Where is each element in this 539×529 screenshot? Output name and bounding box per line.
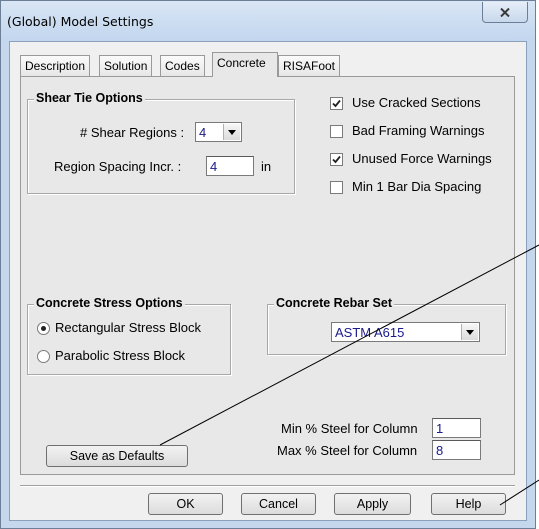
- shear-tie-options-group: Shear Tie Options # Shear Regions : 4 Re…: [27, 91, 295, 194]
- shear-tie-options-title: Shear Tie Options: [34, 91, 145, 105]
- concrete-stress-options-group: Concrete Stress Options Rectangular Stre…: [27, 296, 231, 375]
- region-spacing-input[interactable]: 4: [206, 156, 254, 176]
- dropdown-arrow-icon[interactable]: [223, 124, 240, 140]
- unused-force-warnings-label[interactable]: Unused Force Warnings: [352, 151, 492, 166]
- tab-codes[interactable]: Codes: [160, 55, 205, 76]
- min-steel-input[interactable]: 1: [432, 418, 481, 438]
- max-steel-input[interactable]: 8: [432, 440, 481, 460]
- help-button[interactable]: Help: [431, 493, 506, 515]
- min-bar-dia-spacing-label[interactable]: Min 1 Bar Dia Spacing: [352, 179, 481, 194]
- window-title: (Global) Model Settings: [7, 14, 154, 29]
- parabolic-stress-label[interactable]: Parabolic Stress Block: [55, 348, 185, 363]
- rectangular-stress-radio[interactable]: [37, 322, 50, 335]
- min-steel-label: Min % Steel for Column: [281, 421, 418, 436]
- rebar-set-select[interactable]: ASTM A615: [331, 322, 480, 342]
- checkmark-icon: [332, 99, 341, 108]
- shear-regions-label: # Shear Regions :: [80, 125, 185, 140]
- save-as-defaults-button[interactable]: Save as Defaults: [46, 445, 188, 467]
- close-button[interactable]: [482, 2, 528, 23]
- close-icon: [500, 7, 510, 17]
- region-spacing-unit: in: [261, 159, 272, 174]
- shear-regions-value: 4: [199, 125, 207, 140]
- bad-framing-warnings-checkbox[interactable]: [330, 125, 343, 138]
- model-settings-window: (Global) Model Settings Description Solu…: [0, 0, 536, 529]
- rebar-set-value: ASTM A615: [335, 325, 405, 340]
- title-bar[interactable]: (Global) Model Settings: [1, 1, 535, 41]
- concrete-tab-panel: Shear Tie Options # Shear Regions : 4 Re…: [20, 76, 515, 475]
- rectangular-stress-label[interactable]: Rectangular Stress Block: [55, 320, 201, 335]
- concrete-stress-options-title: Concrete Stress Options: [34, 296, 185, 310]
- concrete-rebar-set-group: Concrete Rebar Set ASTM A615: [267, 296, 506, 355]
- dropdown-arrow-icon[interactable]: [461, 324, 478, 340]
- min-bar-dia-spacing-checkbox[interactable]: [330, 181, 343, 194]
- checkmark-icon: [332, 155, 341, 164]
- tab-solution[interactable]: Solution: [99, 55, 153, 76]
- use-cracked-sections-label[interactable]: Use Cracked Sections: [352, 95, 481, 110]
- tab-concrete[interactable]: Concrete: [212, 52, 278, 77]
- max-steel-label: Max % Steel for Column: [277, 443, 418, 458]
- dialog-client-area: Description Solution Codes Concrete RISA…: [9, 41, 527, 521]
- radio-selected-dot: [41, 326, 46, 331]
- shear-regions-select[interactable]: 4: [195, 122, 242, 142]
- region-spacing-label: Region Spacing Incr. :: [54, 159, 182, 174]
- unused-force-warnings-checkbox[interactable]: [330, 153, 343, 166]
- concrete-rebar-set-title: Concrete Rebar Set: [274, 296, 395, 310]
- button-row-separator: [20, 485, 515, 487]
- bad-framing-warnings-label[interactable]: Bad Framing Warnings: [352, 123, 484, 138]
- cancel-button[interactable]: Cancel: [241, 493, 316, 515]
- tab-risafoot[interactable]: RISAFoot: [278, 55, 341, 76]
- use-cracked-sections-checkbox[interactable]: [330, 97, 343, 110]
- apply-button[interactable]: Apply: [334, 493, 411, 515]
- parabolic-stress-radio[interactable]: [37, 350, 50, 363]
- ok-button[interactable]: OK: [148, 493, 223, 515]
- tab-description[interactable]: Description: [20, 55, 91, 76]
